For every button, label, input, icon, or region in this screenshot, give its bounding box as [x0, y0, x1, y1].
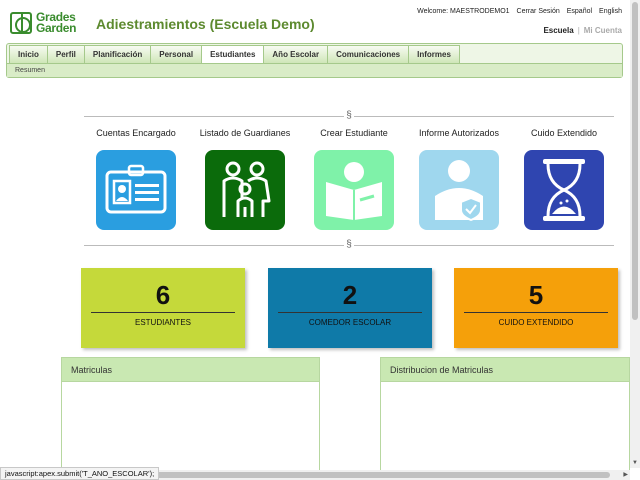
panel-title: Distribucion de Matriculas	[381, 358, 629, 382]
section-divider-bottom: §	[84, 239, 614, 250]
mode-mi-cuenta-link[interactable]: Mi Cuenta	[584, 26, 622, 35]
tab-comunicaciones[interactable]: Comunicaciones	[327, 45, 410, 63]
logout-link[interactable]: Cerrar Sesión	[517, 8, 560, 15]
stat-label: ESTUDIANTES	[134, 318, 191, 327]
tab-bar: Inicio Perfil Planificación Personal Est…	[9, 45, 460, 63]
shortcut-label: Listado de Guardianes	[199, 128, 291, 138]
shortcut-label: Crear Estudiante	[320, 128, 388, 138]
main-navbar: Inicio Perfil Planificación Personal Est…	[6, 43, 623, 78]
tab-perfil[interactable]: Perfil	[46, 45, 85, 63]
stat-label: CUIDO EXTENDIDO	[498, 318, 574, 327]
vertical-scroll-thumb[interactable]	[632, 2, 638, 320]
shortcut-informe-autorizados[interactable]: Informe Autorizados	[409, 128, 509, 230]
student-reading-icon[interactable]	[314, 150, 394, 230]
section-mark: §	[344, 110, 354, 121]
stat-card-cuido-extendido[interactable]: 5 CUIDO EXTENDIDO	[454, 268, 618, 348]
panel-title: Matriculas	[62, 358, 319, 382]
panel-matriculas: Matriculas	[61, 357, 320, 480]
id-card-icon[interactable]	[96, 150, 176, 230]
subnav-bar: Resumen	[7, 63, 622, 77]
subnav-resumen-link[interactable]: Resumen	[15, 67, 45, 74]
tab-planificacion[interactable]: Planificación	[83, 45, 152, 63]
stat-card-estudiantes[interactable]: 6 ESTUDIANTES	[81, 268, 245, 348]
stat-label: COMEDOR ESCOLAR	[308, 318, 392, 327]
welcome-text: Welcome: MAESTRODEMO1	[417, 8, 510, 15]
globe-logo-icon	[10, 12, 32, 34]
shortcut-listado-guardianes[interactable]: Listado de Guardianes	[195, 128, 295, 230]
section-mark: §	[344, 239, 354, 250]
grades-garden-logo[interactable]: Grades Garden	[10, 10, 94, 36]
mode-separator: |	[577, 26, 580, 35]
tab-estudiantes[interactable]: Estudiantes	[201, 45, 265, 63]
tab-informes[interactable]: Informes	[408, 45, 460, 63]
top-links: Welcome: MAESTRODEMO1 Cerrar Sesión Espa…	[417, 8, 622, 15]
shortcut-cuentas-encargado[interactable]: Cuentas Encargado	[86, 128, 186, 230]
tab-personal[interactable]: Personal	[150, 45, 203, 63]
section-divider-top: §	[84, 110, 614, 121]
shortcut-cuido-extendido[interactable]: Cuido Extendido	[514, 128, 614, 230]
hourglass-icon[interactable]	[524, 150, 604, 230]
stat-value: 2	[342, 280, 358, 310]
lang-spanish-link[interactable]: Español	[567, 8, 592, 15]
stat-value: 5	[528, 280, 544, 310]
status-bar-url: javascript:apex.submit('T_ANO_ESCOLAR');	[0, 467, 160, 480]
lang-english-link[interactable]: English	[599, 8, 622, 15]
scroll-down-arrow-icon[interactable]: ▼	[632, 460, 638, 466]
horizontal-scroll-thumb[interactable]	[140, 472, 610, 478]
family-icon[interactable]	[205, 150, 285, 230]
panel-distribucion-matriculas: Distribucion de Matriculas	[380, 357, 630, 480]
stat-value: 6	[155, 280, 171, 310]
shortcut-label: Cuido Extendido	[530, 128, 598, 138]
authorized-person-icon[interactable]	[419, 150, 499, 230]
mode-escuela-link[interactable]: Escuela	[543, 26, 573, 35]
shortcut-label: Cuentas Encargado	[96, 128, 176, 138]
tab-ano-escolar[interactable]: Año Escolar	[263, 45, 329, 63]
shortcut-label: Informe Autorizados	[418, 128, 500, 138]
scroll-right-arrow-icon[interactable]: ▶	[623, 471, 628, 478]
stat-card-comedor-escolar[interactable]: 2 COMEDOR ESCOLAR	[268, 268, 432, 348]
logo-text-line-2: Garden	[36, 21, 77, 35]
vertical-scrollbar[interactable]: ▼	[630, 0, 640, 468]
tab-inicio[interactable]: Inicio	[9, 45, 48, 63]
mode-switch: Escuela | Mi Cuenta	[543, 26, 622, 35]
shortcut-crear-estudiante[interactable]: Crear Estudiante	[304, 128, 404, 230]
page-title: Adiestramientos (Escuela Demo)	[96, 16, 315, 32]
